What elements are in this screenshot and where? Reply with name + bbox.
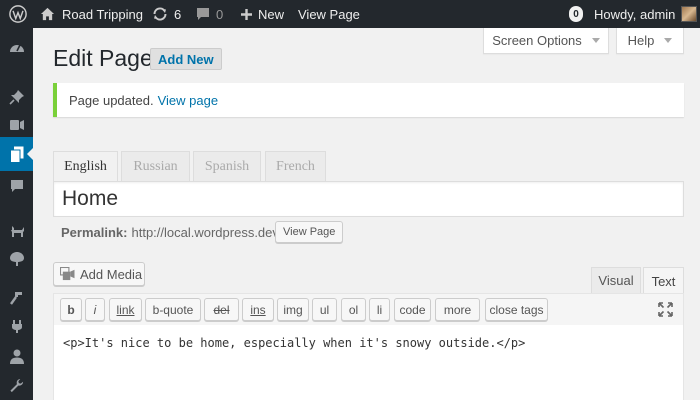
qt-ul-button[interactable]: ul [312, 298, 337, 321]
admin-bar: Road Tripping 6 0 New View Page 0 Howdy,… [0, 0, 700, 28]
dashboard-icon [9, 44, 24, 52]
add-media-button[interactable]: Add Media [53, 262, 145, 286]
site-name: Road Tripping [62, 6, 143, 22]
qt-img-button[interactable]: img [277, 298, 309, 321]
qt-link-button[interactable]: link [109, 298, 142, 321]
qt-code-button[interactable]: code [394, 298, 431, 321]
new-label: New [258, 6, 285, 22]
qt-ins-button[interactable]: ins [242, 298, 274, 321]
menu-tools[interactable] [0, 309, 33, 343]
pushpin-icon [8, 90, 24, 105]
screen-options-button[interactable]: Screen Options [483, 28, 609, 54]
notice-view-page-link[interactable]: View page [158, 93, 218, 108]
notifications-badge[interactable]: 0 [569, 0, 583, 28]
update-notice: Page updated. View page [53, 83, 684, 117]
wordpress-logo-icon[interactable] [9, 0, 27, 28]
media-icon [9, 120, 24, 130]
howdy-text: Howdy, admin [594, 6, 676, 22]
help-button[interactable]: Help [616, 28, 684, 54]
tab-french[interactable]: French [265, 151, 326, 181]
menu-dashboard[interactable] [0, 30, 33, 64]
view-page-button[interactable]: View Page [275, 221, 344, 243]
wrench-icon [10, 378, 24, 392]
my-account-link[interactable]: Howdy, admin [594, 0, 698, 28]
qt-li-button[interactable]: li [369, 298, 390, 321]
caret-down-icon [664, 38, 673, 43]
site-name-link[interactable]: Road Tripping [40, 0, 143, 28]
content-text: <p>It's nice to be home, especially when… [63, 336, 526, 350]
updates-count: 6 [174, 6, 182, 22]
content-textarea[interactable]: <p>It's nice to be home, especially when… [53, 325, 684, 400]
view-page-link[interactable]: View Page [298, 0, 360, 28]
caret-down-icon [591, 38, 600, 43]
tab-spanish[interactable]: Spanish [193, 151, 261, 181]
tab-text[interactable]: Text [643, 267, 684, 294]
quicktags-toolbar: b i link b-quote del ins img ul ol li co… [53, 293, 684, 326]
updates-link[interactable]: 6 [152, 0, 181, 28]
qt-del-button[interactable]: del [204, 298, 239, 321]
new-content-link[interactable]: New [240, 0, 284, 28]
menu-settings[interactable] [0, 368, 33, 400]
qt-more-button[interactable]: more [435, 298, 480, 321]
comment-icon [197, 8, 209, 20]
animal-icon [10, 226, 24, 237]
paint-brush-icon [9, 252, 24, 266]
refresh-icon [153, 7, 167, 21]
add-new-button[interactable]: Add New [150, 48, 222, 70]
admin-menu [0, 28, 33, 400]
qt-close-tags-button[interactable]: close tags [485, 298, 548, 321]
qt-italic-button[interactable]: i [85, 298, 105, 321]
qt-blockquote-button[interactable]: b-quote [145, 298, 201, 321]
help-label: Help [627, 33, 655, 48]
permalink-label: Permalink: [61, 225, 128, 240]
pages-icon [9, 146, 23, 163]
tab-visual[interactable]: Visual [591, 267, 641, 293]
qt-ol-button[interactable]: ol [341, 298, 366, 321]
user-icon [9, 349, 24, 364]
tab-russian[interactable]: Russian [121, 151, 190, 181]
menu-appearance[interactable] [0, 242, 33, 276]
hammer-icon [9, 292, 22, 305]
menu-comments[interactable] [0, 169, 33, 203]
qt-bold-button[interactable]: b [60, 298, 82, 321]
comments-icon [10, 180, 23, 192]
post-title-input[interactable] [53, 181, 684, 217]
menu-pages[interactable] [0, 137, 33, 171]
comments-count: 0 [216, 6, 224, 22]
screen-options-label: Screen Options [492, 33, 582, 48]
plus-icon [241, 8, 252, 20]
plug-icon [11, 320, 22, 333]
notice-message: Page updated. [69, 92, 154, 108]
avatar [681, 6, 698, 22]
comments-link[interactable]: 0 [196, 0, 223, 28]
add-media-label: Add Media [80, 266, 143, 282]
media-icon [60, 267, 75, 281]
fullscreen-icon[interactable] [658, 302, 673, 322]
tab-english[interactable]: English [53, 151, 118, 182]
home-icon [40, 7, 55, 21]
notifications-count: 0 [569, 6, 583, 22]
page-title: Edit Page [53, 45, 153, 71]
view-page-label: View Page [298, 6, 360, 22]
permalink: Permalink: http://local.wordpress.dev/ [61, 225, 283, 240]
permalink-url[interactable]: http://local.wordpress.dev/ [131, 225, 282, 240]
